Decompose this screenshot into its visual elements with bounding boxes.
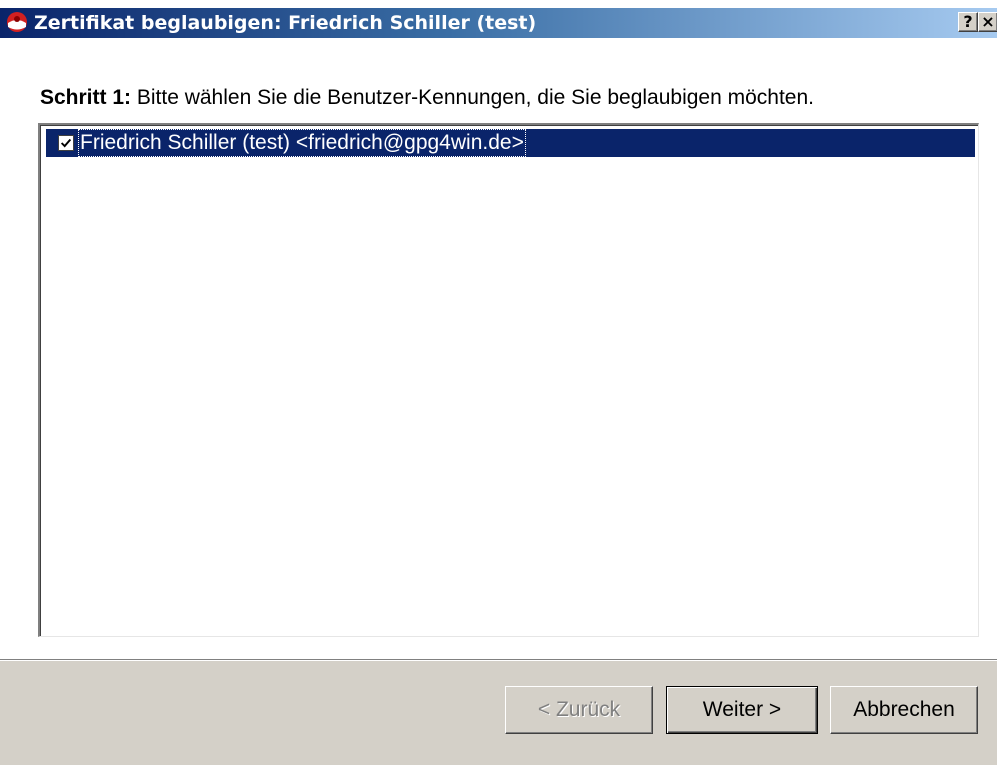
certify-dialog: Zertifikat beglaubigen: Friedrich Schill…	[0, 0, 997, 765]
window-title: Zertifikat beglaubigen: Friedrich Schill…	[34, 12, 537, 34]
user-id-list[interactable]: Friedrich Schiller (test) <friedrich@gpg…	[38, 123, 979, 637]
list-item[interactable]: Friedrich Schiller (test) <friedrich@gpg…	[46, 129, 975, 157]
checkbox-checked-icon[interactable]	[58, 135, 74, 151]
back-button[interactable]: < Zurück	[505, 686, 653, 734]
title-bar[interactable]: Zertifikat beglaubigen: Friedrich Schill…	[0, 0, 997, 44]
step-text: Bitte wählen Sie die Benutzer-Kennungen,…	[131, 86, 814, 109]
cancel-button[interactable]: Abbrechen	[830, 686, 978, 734]
gpg4win-kleopatra-icon	[7, 12, 27, 32]
help-button[interactable]: ?	[958, 12, 978, 32]
step-instruction: Schritt 1: Bitte wählen Sie die Benutzer…	[40, 86, 814, 110]
close-button[interactable]: ×	[978, 12, 997, 32]
step-number: Schritt 1:	[40, 86, 132, 109]
user-id-label: Friedrich Schiller (test) <friedrich@gpg…	[78, 129, 526, 157]
next-button[interactable]: Weiter >	[666, 686, 818, 734]
